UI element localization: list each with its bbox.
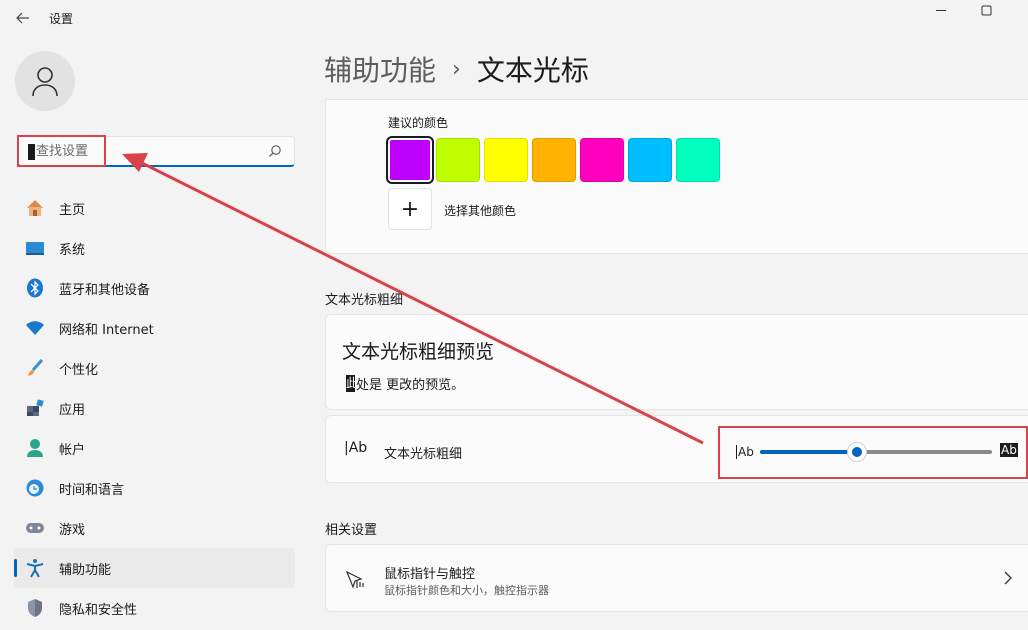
apps-icon — [24, 397, 46, 419]
sidebar-item-bluetooth[interactable]: 蓝牙和其他设备 — [14, 268, 295, 308]
pointer-touch-icon — [345, 570, 364, 589]
page-title: 文本光标 — [476, 54, 589, 87]
bluetooth-icon — [24, 277, 46, 299]
add-color-label: 选择其他颜色 — [444, 204, 517, 218]
color-swatch[interactable] — [532, 138, 576, 182]
sidebar-item-label: 应用 — [59, 402, 86, 418]
related-item-title: 鼠标指针与触控 — [384, 567, 476, 582]
sidebar-item-accounts[interactable]: 帐户 — [14, 428, 295, 468]
sidebar-item-label: 蓝牙和其他设备 — [59, 282, 151, 298]
maximize-icon — [981, 5, 992, 16]
chevron-right-icon — [1004, 571, 1012, 585]
thickness-section-title: 文本光标粗细 — [325, 293, 404, 308]
breadcrumb-separator: › — [452, 56, 461, 82]
slider-thumb[interactable] — [847, 442, 868, 462]
slider-fill — [760, 450, 858, 454]
related-settings-title: 相关设置 — [325, 523, 378, 538]
thickness-slider[interactable] — [760, 442, 992, 462]
maximize-button[interactable] — [977, 2, 997, 20]
sidebar-item-label: 系统 — [59, 242, 86, 258]
color-swatches — [386, 136, 720, 184]
back-arrow-icon — [16, 12, 29, 24]
sidebar-item-label: 游戏 — [59, 522, 86, 538]
thickness-setting-label: 文本光标粗细 — [384, 447, 463, 462]
sidebar-item-label: 网络和 Internet — [59, 322, 154, 338]
preview-text-content: 处是 更改的预览。 — [356, 378, 465, 393]
account-icon — [24, 437, 46, 459]
sidebar-item-label: 帐户 — [59, 442, 86, 458]
sidebar-item-label: 个性化 — [59, 362, 99, 378]
preview-caret: 此 — [346, 375, 355, 392]
thickness-preview-card: 文本光标粗细预览 此 处是 更改的预览。 — [325, 314, 1028, 410]
sidebar-item-accessibility[interactable]: 辅助功能 — [14, 548, 295, 588]
slider-max-label: Ab — [1000, 443, 1018, 457]
breadcrumb: 辅助功能 › 文本光标 — [324, 49, 589, 89]
cursor-color-card: 建议的颜色 + 选择其他颜色 — [325, 99, 1028, 254]
sidebar-item-label: 隐私和安全性 — [59, 602, 138, 618]
add-color-button[interactable]: + — [388, 188, 432, 230]
sidebar-item-privacy[interactable]: 隐私和安全性 — [14, 588, 295, 628]
sidebar-item-time-language[interactable]: 时间和语言 — [14, 468, 295, 508]
plus-icon: + — [400, 196, 420, 222]
shield-icon — [24, 597, 46, 619]
search-annotation-box — [17, 135, 106, 167]
sidebar-item-label: 辅助功能 — [59, 562, 112, 578]
time-language-icon — [24, 477, 46, 499]
text-cursor-icon: |Ab — [344, 440, 368, 456]
color-swatch[interactable] — [386, 136, 434, 184]
user-icon — [32, 67, 58, 97]
color-swatch[interactable] — [484, 138, 528, 182]
color-swatch[interactable] — [436, 138, 480, 182]
suggested-colors-label: 建议的颜色 — [388, 116, 449, 130]
accessibility-icon — [24, 557, 46, 579]
color-swatch[interactable] — [580, 138, 624, 182]
sidebar-item-label: 主页 — [59, 202, 86, 218]
wifi-icon — [24, 317, 46, 339]
sidebar-item-apps[interactable]: 应用 — [14, 388, 295, 428]
search-icon[interactable] — [268, 144, 282, 158]
slider-min-text: Ab — [736, 445, 754, 459]
sidebar-nav: 主页 系统 蓝牙和其他设备 网络和 Internet 个性化 应用 帐户 时间和… — [14, 188, 295, 628]
color-swatch[interactable] — [676, 138, 720, 182]
sidebar-item-label: 时间和语言 — [59, 482, 125, 498]
sidebar-item-network[interactable]: 网络和 Internet — [14, 308, 295, 348]
slider-max-text: Ab — [1000, 443, 1018, 457]
brush-icon — [24, 357, 46, 379]
related-item-subtitle: 鼠标指针颜色和大小，触控指示器 — [384, 584, 549, 597]
minimize-button[interactable] — [932, 2, 952, 20]
home-icon — [24, 197, 46, 219]
back-button[interactable] — [10, 6, 36, 30]
breadcrumb-parent[interactable]: 辅助功能 — [324, 49, 436, 89]
gamepad-icon — [24, 517, 46, 539]
mouse-pointer-touch-link[interactable]: 鼠标指针与触控 鼠标指针颜色和大小，触控指示器 — [325, 544, 1028, 612]
slider-min-label: Ab — [736, 445, 754, 459]
preview-title: 文本光标粗细预览 — [342, 341, 495, 363]
system-icon — [24, 237, 46, 259]
sidebar-item-personalization[interactable]: 个性化 — [14, 348, 295, 388]
avatar[interactable] — [15, 51, 75, 111]
app-title: 设置 — [49, 12, 74, 26]
color-swatch[interactable] — [628, 138, 672, 182]
preview-text: 此 处是 更改的预览。 — [346, 374, 464, 393]
sidebar-item-gaming[interactable]: 游戏 — [14, 508, 295, 548]
thickness-slider-annotation-box: Ab Ab — [718, 426, 1028, 479]
sidebar-item-home[interactable]: 主页 — [14, 188, 295, 228]
sidebar-item-system[interactable]: 系统 — [14, 228, 295, 268]
minimize-icon — [936, 10, 946, 11]
title-bar: 设置 — [0, 0, 1028, 36]
